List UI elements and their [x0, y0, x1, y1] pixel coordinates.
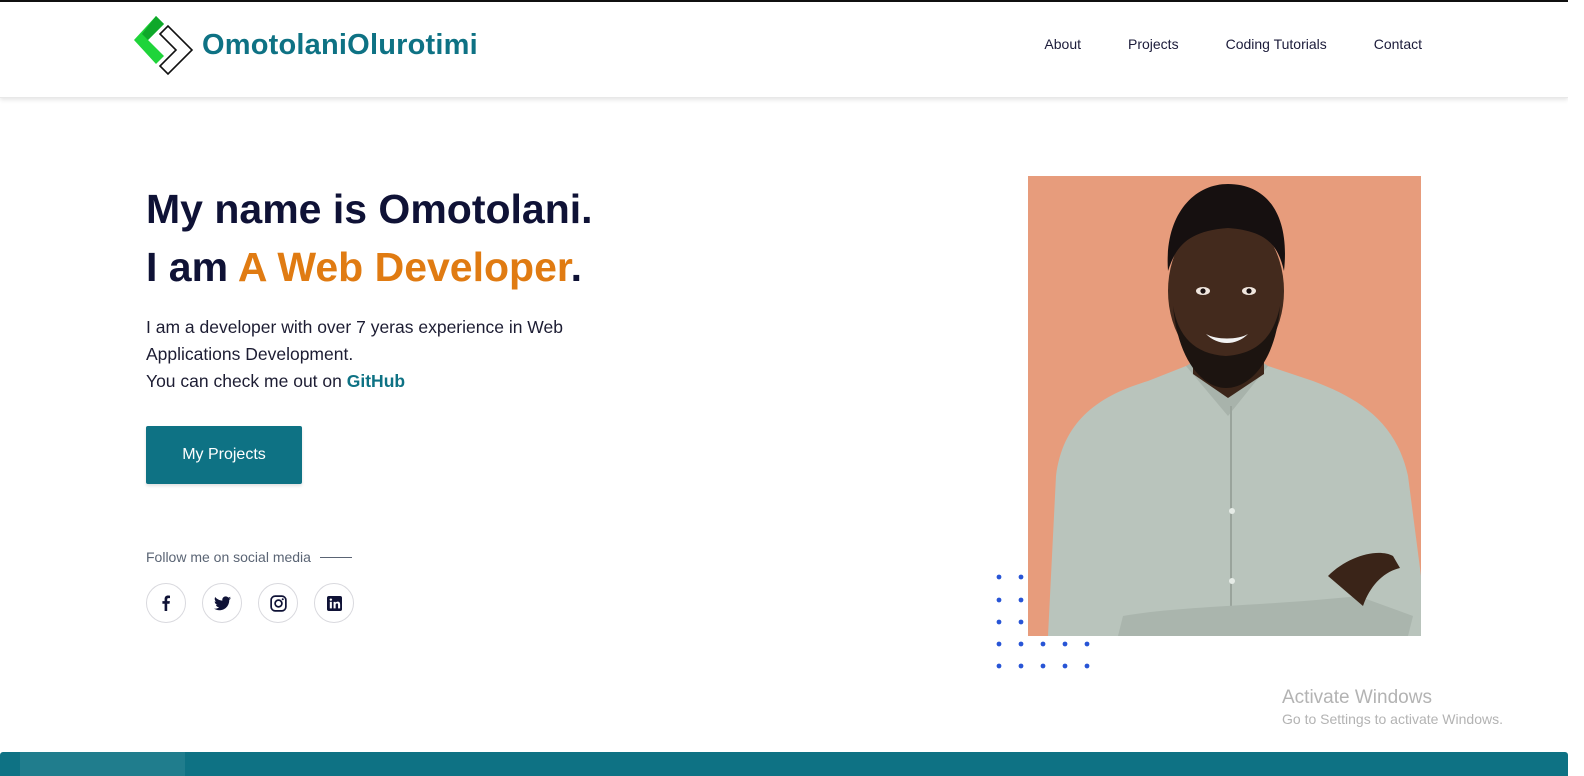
- facebook-icon: [162, 595, 170, 611]
- social-label: Follow me on social media: [146, 549, 352, 565]
- band-highlight: [20, 752, 185, 776]
- github-link[interactable]: GitHub: [347, 371, 405, 391]
- twitter-button[interactable]: [202, 583, 242, 623]
- profile-photo-illustration: [1028, 176, 1421, 636]
- profile-photo: [1028, 176, 1421, 636]
- social-links: [146, 583, 354, 623]
- windows-activation-title: Activate Windows: [1282, 687, 1432, 708]
- hero-description-text: I am a developer with over 7 yeras exper…: [146, 317, 563, 364]
- hero-github-prefix: You can check me out on: [146, 371, 347, 391]
- hero-heading-prefix: I am: [146, 244, 238, 290]
- nav-contact[interactable]: Contact: [1374, 36, 1422, 52]
- next-section-band: [0, 752, 1568, 776]
- hero-heading-line1: My name is Omotolani.: [146, 186, 593, 232]
- brand-name: OmotolaniOlurotimi: [202, 28, 478, 61]
- instagram-icon: [269, 594, 287, 612]
- main-nav: About Projects Coding Tutorials Contact: [1044, 36, 1422, 52]
- hero-heading-suffix: .: [570, 244, 582, 290]
- nav-about[interactable]: About: [1044, 36, 1081, 52]
- hero-description: I am a developer with over 7 yeras exper…: [146, 314, 606, 395]
- site-header: OmotolaniOlurotimi About Projects Coding…: [0, 2, 1568, 98]
- twitter-icon: [213, 595, 231, 610]
- page-scrollbar[interactable]: [1568, 0, 1584, 776]
- nav-projects[interactable]: Projects: [1128, 36, 1179, 52]
- linkedin-button[interactable]: [314, 583, 354, 623]
- social-label-divider: [319, 556, 352, 558]
- nav-coding-tutorials[interactable]: Coding Tutorials: [1226, 36, 1327, 52]
- instagram-button[interactable]: [258, 583, 298, 623]
- brand-logo[interactable]: OmotolaniOlurotimi: [134, 14, 478, 76]
- hero-heading-accent: A Web Developer: [237, 244, 571, 290]
- portfolio-page: OmotolaniOlurotimi About Projects Coding…: [0, 0, 1584, 776]
- windows-activation-subtitle: Go to Settings to activate Windows.: [1282, 711, 1503, 727]
- code-brackets-logo-icon: [134, 16, 194, 76]
- social-label-text: Follow me on social media: [146, 549, 311, 565]
- facebook-button[interactable]: [146, 583, 186, 623]
- hero-heading: My name is Omotolani. I am A Web Develop…: [146, 180, 593, 296]
- my-projects-button[interactable]: My Projects: [146, 426, 302, 484]
- linkedin-icon: [326, 595, 342, 611]
